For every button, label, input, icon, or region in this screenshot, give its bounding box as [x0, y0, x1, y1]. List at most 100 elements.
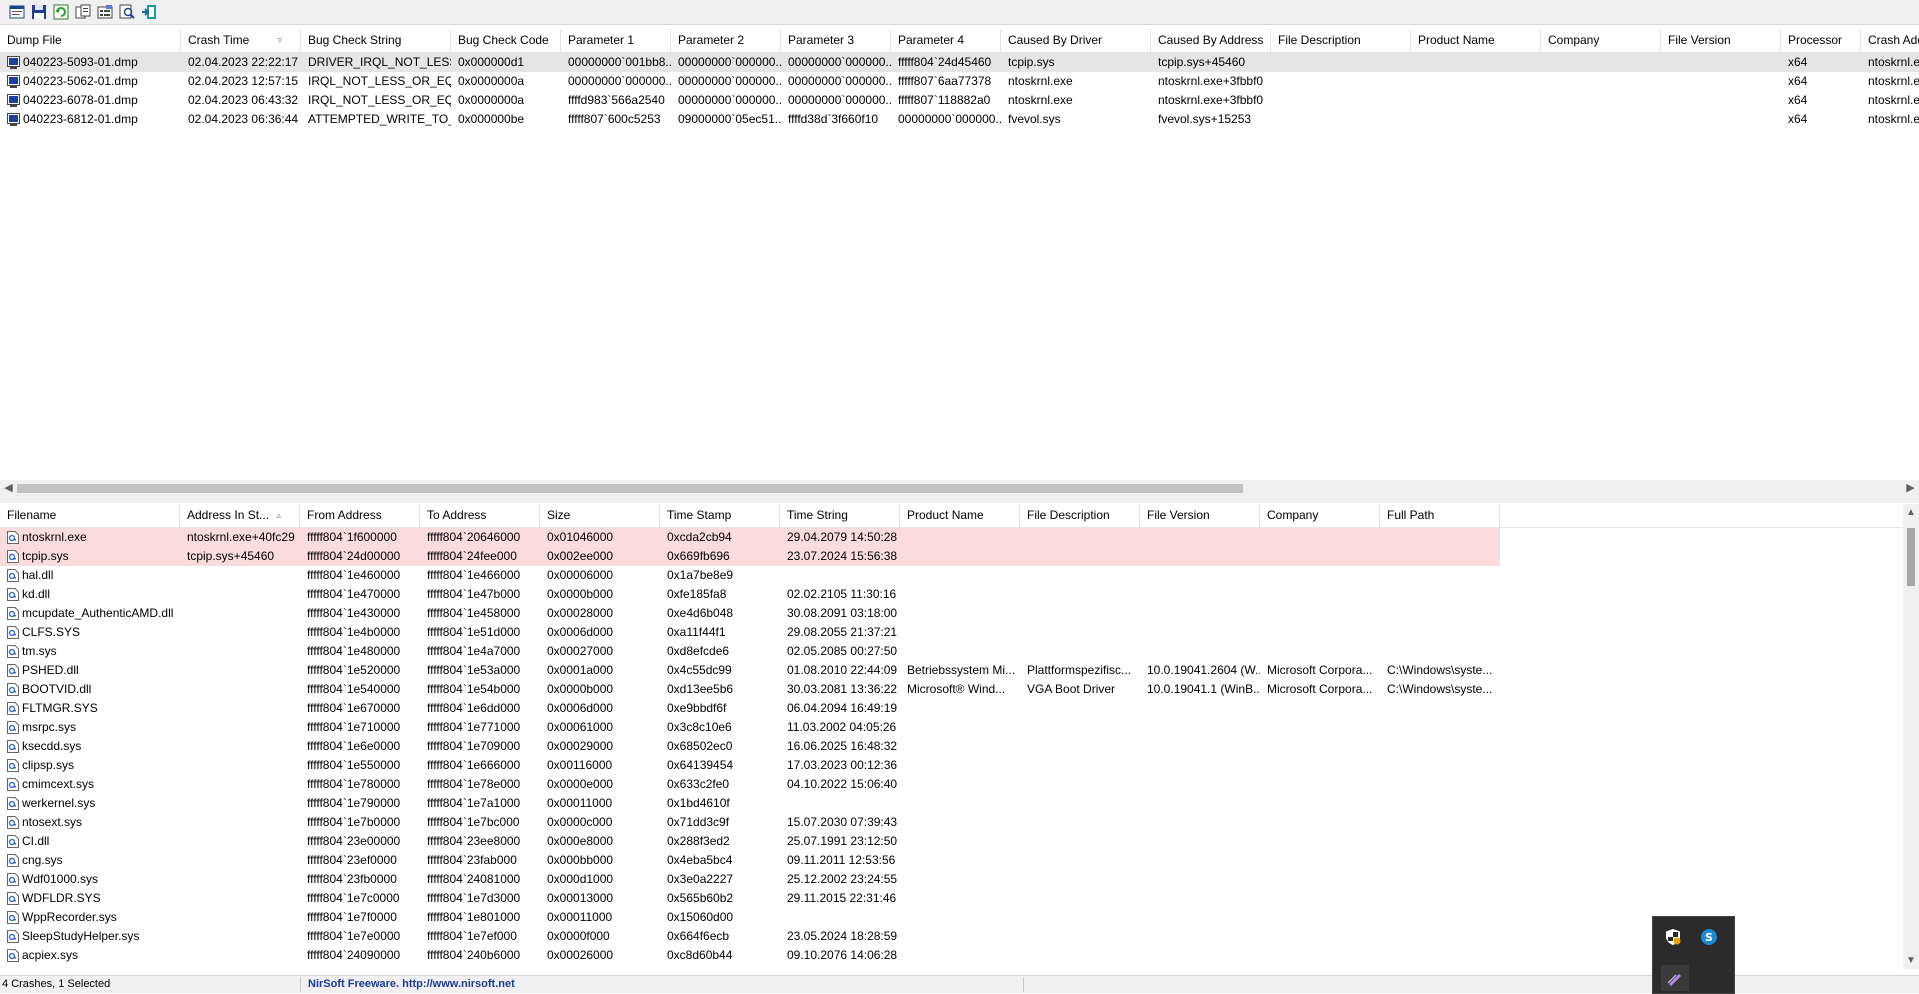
crash-col-processor[interactable]: Processor: [1781, 29, 1861, 52]
crash-row[interactable]: 040223-6812-01.dmp 02.04.2023 06:36:44 ATT…: [0, 110, 1919, 129]
cell-time-string: 23.05.2024 18:28:59: [787, 929, 898, 943]
crash-col-parameter-4[interactable]: Parameter 4: [891, 29, 1001, 52]
crash-row[interactable]: 040223-6078-01.dmp 02.04.2023 06:43:32 IRQ…: [0, 91, 1919, 110]
crash-col-parameter-1[interactable]: Parameter 1: [561, 29, 671, 52]
nirsoft-link[interactable]: NirSoft Freeware. http://www.nirsoft.net: [308, 978, 515, 990]
save-button[interactable]: [30, 3, 48, 21]
html-report-button[interactable]: [8, 3, 26, 21]
driver-col-address-in-st[interactable]: Address In St... ▵: [180, 504, 300, 527]
driver-row[interactable]: SleepStudyHelper.sys fffff804`1e7e0000 fff…: [0, 927, 1903, 946]
driver-col-file-description[interactable]: File Description: [1020, 504, 1140, 527]
cell-size: 0x00011000: [547, 796, 613, 810]
driver-col-from-address[interactable]: From Address: [300, 504, 420, 527]
crash-col-product-name[interactable]: Product Name: [1411, 29, 1541, 52]
crash-col-crash-address[interactable]: Crash Address: [1861, 29, 1919, 52]
crash-col-parameter-3[interactable]: Parameter 3: [781, 29, 891, 52]
driver-row[interactable]: FLTMGR.SYS fffff804`1e670000 fffff804`1e6d…: [0, 699, 1903, 718]
crash-col-crash-time[interactable]: Crash Time ▿: [181, 29, 301, 52]
scroll-thumb[interactable]: [17, 484, 1243, 493]
driver-col-file-version[interactable]: File Version: [1140, 504, 1260, 527]
driver-row[interactable]: cng.sys fffff804`23ef0000 fffff804`23fab00…: [0, 851, 1903, 870]
properties-button[interactable]: [96, 3, 114, 21]
driver-row[interactable]: msrpc.sys fffff804`1e710000 fffff804`1e771…: [0, 718, 1903, 737]
cell-to-address: fffff804`1e51d000: [427, 625, 521, 639]
cell-dump-file: 040223-5093-01.dmp: [0, 53, 181, 72]
properties-icon: [97, 5, 113, 19]
copy-button[interactable]: [74, 3, 92, 21]
scroll-down-arrow-icon[interactable]: ▼: [1903, 952, 1919, 969]
crash-col-caused-by-address[interactable]: Caused By Address: [1151, 29, 1271, 52]
find-button[interactable]: [118, 3, 136, 21]
driver-row[interactable]: clipsp.sys fffff804`1e550000 fffff804`1e66…: [0, 756, 1903, 775]
crash-col-bug-check-string[interactable]: Bug Check String: [301, 29, 451, 52]
driver-row[interactable]: cmimcext.sys fffff804`1e780000 fffff804`1e…: [0, 775, 1903, 794]
crash-col-caused-by-driver[interactable]: Caused By Driver: [1001, 29, 1151, 52]
exit-button[interactable]: [140, 3, 158, 21]
driver-row[interactable]: CLFS.SYS fffff804`1e4b0000 fffff804`1e51d0…: [0, 623, 1903, 642]
crash-col-bug-check-code[interactable]: Bug Check Code: [451, 29, 561, 52]
column-label: Company: [1267, 508, 1319, 522]
scroll-thumb[interactable]: [1907, 528, 1915, 586]
cell-file-description: [1020, 585, 1140, 604]
driver-row[interactable]: WppRecorder.sys fffff804`1e7f0000 fffff804…: [0, 908, 1903, 927]
scroll-up-arrow-icon[interactable]: ▲: [1903, 504, 1919, 521]
driver-row[interactable]: Wdf01000.sys fffff804`23fb0000 fffff804`24…: [0, 870, 1903, 889]
crash-row[interactable]: 040223-5093-01.dmp 02.04.2023 22:22:17 DRI…: [0, 53, 1919, 72]
cell-time-string: 02.05.2085 00:27:50: [787, 644, 898, 658]
driver-row[interactable]: WDFLDR.SYS fffff804`1e7c0000 fffff804`1e7d…: [0, 889, 1903, 908]
driver-row[interactable]: tm.sys fffff804`1e480000 fffff804`1e4a7000…: [0, 642, 1903, 661]
security-shield-icon[interactable]: [1661, 925, 1685, 949]
crash-col-file-description[interactable]: File Description: [1271, 29, 1411, 52]
pen-icon[interactable]: [1661, 965, 1689, 991]
cell-time-stamp: 0xd13ee5b6: [667, 682, 734, 696]
cell-file-description: [1020, 870, 1140, 889]
driver-row[interactable]: tcpip.sys tcpip.sys+45460 fffff804`24d0000…: [0, 547, 1903, 566]
driver-row[interactable]: BOOTVID.dll fffff804`1e540000 fffff804`1e5…: [0, 680, 1903, 699]
driver-row[interactable]: ksecdd.sys fffff804`1e6e0000 fffff804`1e70…: [0, 737, 1903, 756]
crash-row[interactable]: 040223-5062-01.dmp 02.04.2023 12:57:15 IRQ…: [0, 72, 1919, 91]
cell-crash-time: 02.04.2023 12:57:15: [188, 74, 299, 88]
driver-col-time-stamp[interactable]: Time Stamp: [660, 504, 780, 527]
driver-row[interactable]: mcupdate_AuthenticAMD.dll fffff804`1e4300…: [0, 604, 1903, 623]
crash-list-horizontal-scrollbar[interactable]: ◀ ▶: [0, 480, 1919, 497]
driver-row[interactable]: acpiex.sys fffff804`24090000 fffff804`240b…: [0, 946, 1903, 965]
cell-file-version: [1140, 528, 1260, 547]
cell-to-address: fffff804`1e458000: [427, 606, 521, 620]
driver-col-size[interactable]: Size: [540, 504, 660, 527]
dump-file-icon: [7, 113, 20, 126]
driver-row[interactable]: hal.dll fffff804`1e460000 fffff804`1e46600…: [0, 566, 1903, 585]
cell-file-version: [1140, 718, 1260, 737]
cell-from-address: fffff804`1e670000: [307, 701, 401, 715]
cell-parameter-1: 00000000`000000...: [568, 74, 671, 88]
crash-col-company[interactable]: Company: [1541, 29, 1661, 52]
driver-row[interactable]: PSHED.dll fffff804`1e520000 fffff804`1e53a…: [0, 661, 1903, 680]
scroll-left-arrow-icon[interactable]: ◀: [0, 480, 17, 497]
driver-col-full-path[interactable]: Full Path: [1380, 504, 1500, 527]
refresh-button[interactable]: [52, 3, 70, 21]
crash-col-file-version[interactable]: File Version: [1661, 29, 1781, 52]
cell-product-name: [1411, 72, 1541, 91]
driver-row[interactable]: ntosext.sys fffff804`1e7b0000 fffff804`1e7…: [0, 813, 1903, 832]
drivers-list-vertical-scrollbar[interactable]: ▲ ▼: [1903, 504, 1919, 969]
crash-col-parameter-2[interactable]: Parameter 2: [671, 29, 781, 52]
scroll-right-arrow-icon[interactable]: ▶: [1902, 480, 1919, 497]
pane-splitter[interactable]: [0, 497, 1919, 503]
driver-row[interactable]: ntoskrnl.exe ntoskrnl.exe+40fc29 fffff804`…: [0, 528, 1903, 547]
driver-col-to-address[interactable]: To Address: [420, 504, 540, 527]
driver-col-time-string[interactable]: Time String: [780, 504, 900, 527]
driver-row[interactable]: CI.dll fffff804`23e00000 fffff804`23ee8000…: [0, 832, 1903, 851]
cell-time-string: 16.06.2025 16:48:32: [787, 739, 898, 753]
cell-full-path: [1380, 870, 1500, 889]
driver-col-product-name[interactable]: Product Name: [900, 504, 1020, 527]
cell-parameter-4: fffff807`118882a0: [898, 93, 991, 107]
driver-col-filename[interactable]: Filename: [0, 504, 180, 527]
skype-icon[interactable]: S: [1697, 925, 1721, 949]
driver-row[interactable]: werkernel.sys fffff804`1e790000 fffff804`1…: [0, 794, 1903, 813]
driver-row[interactable]: kd.dll fffff804`1e470000 fffff804`1e47b000…: [0, 585, 1903, 604]
cell-time-stamp: 0x3e0a2227: [667, 872, 734, 886]
cell-parameter-2: 00000000`000000...: [678, 93, 781, 107]
crash-col-dump-file[interactable]: Dump File: [0, 29, 181, 52]
module-file-icon: [7, 588, 19, 601]
driver-col-company[interactable]: Company: [1260, 504, 1380, 527]
module-file-icon: [7, 835, 19, 848]
